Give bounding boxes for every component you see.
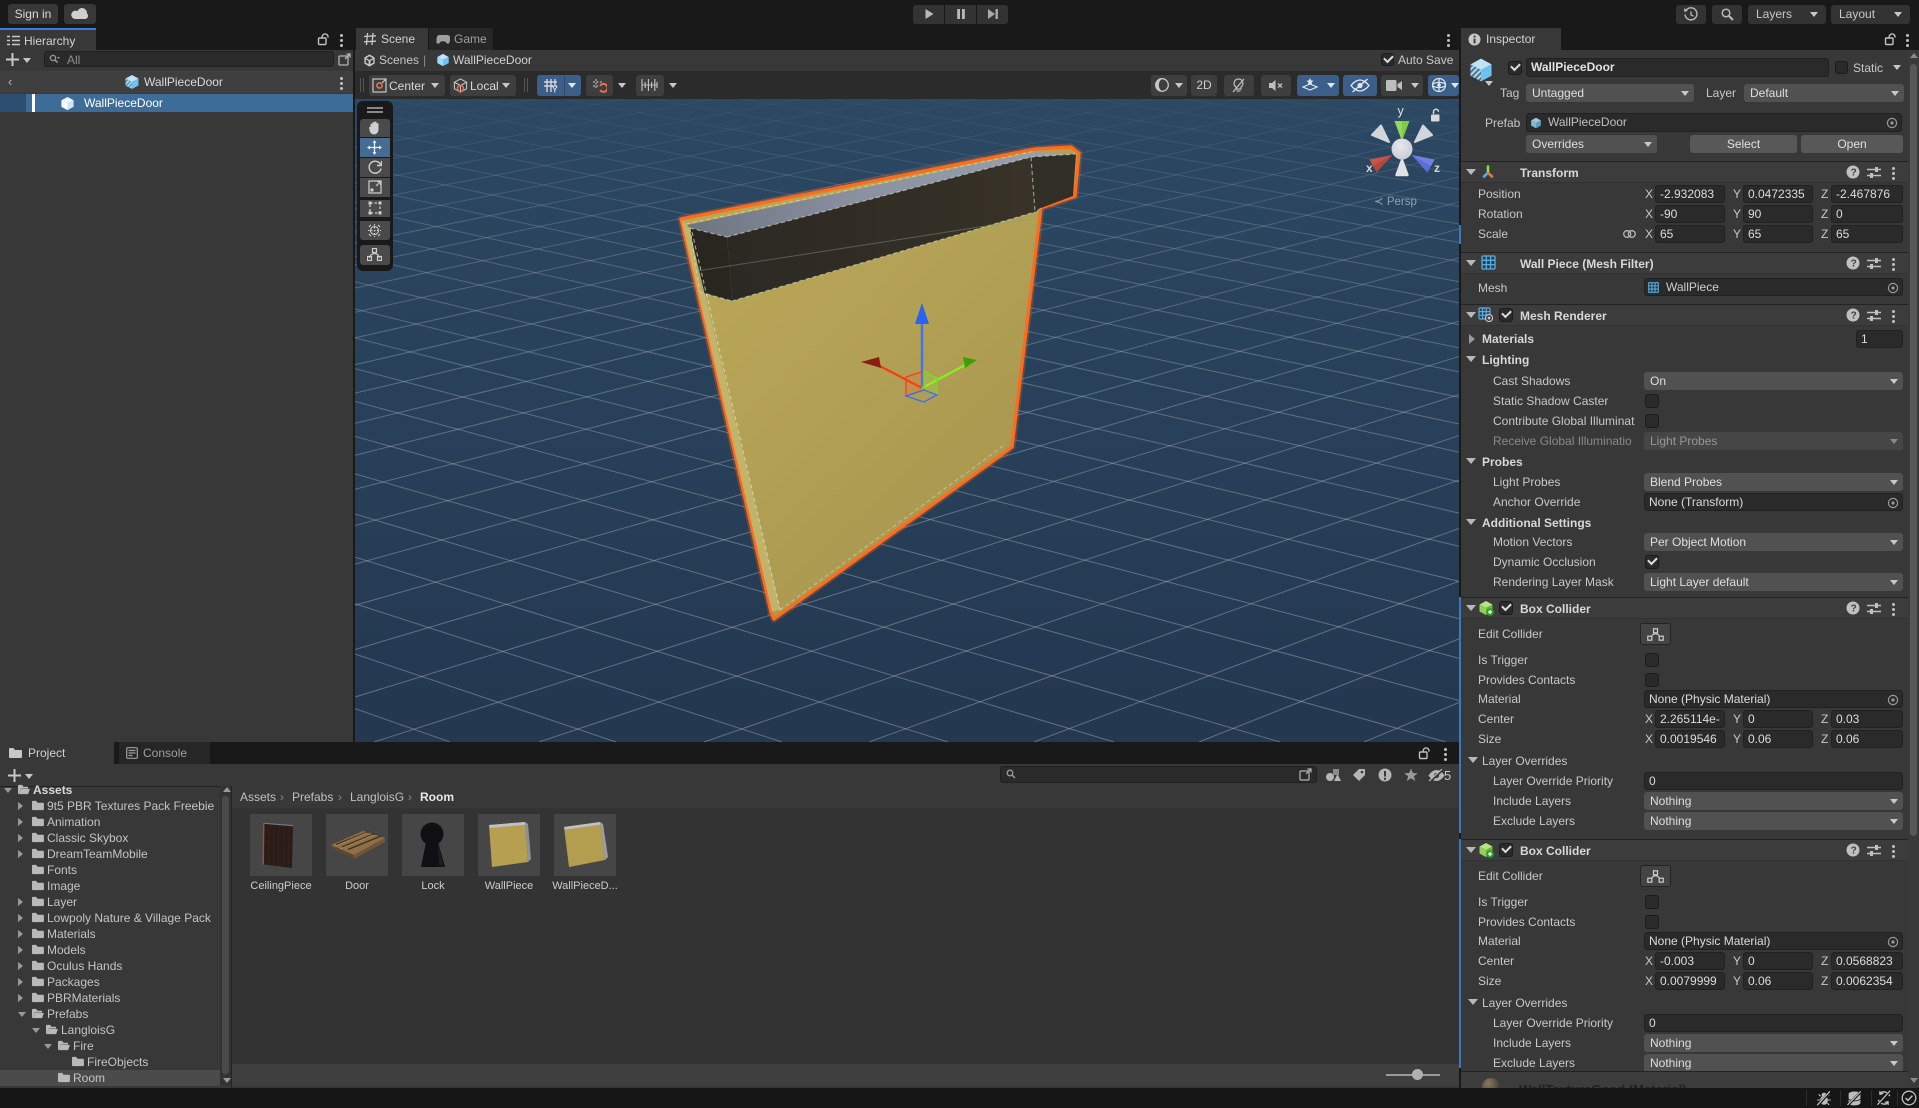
svg-text:z: z bbox=[1434, 161, 1440, 175]
svg-text:?: ? bbox=[1851, 259, 1857, 270]
svg-text:?: ? bbox=[1851, 311, 1857, 322]
svg-text:y: y bbox=[1398, 104, 1405, 118]
svg-text:x: x bbox=[1366, 161, 1373, 175]
svg-text:?: ? bbox=[1851, 846, 1857, 857]
svg-text:?: ? bbox=[1851, 168, 1857, 179]
svg-text:Y: Y bbox=[552, 85, 558, 94]
svg-text:?: ? bbox=[1851, 604, 1857, 615]
